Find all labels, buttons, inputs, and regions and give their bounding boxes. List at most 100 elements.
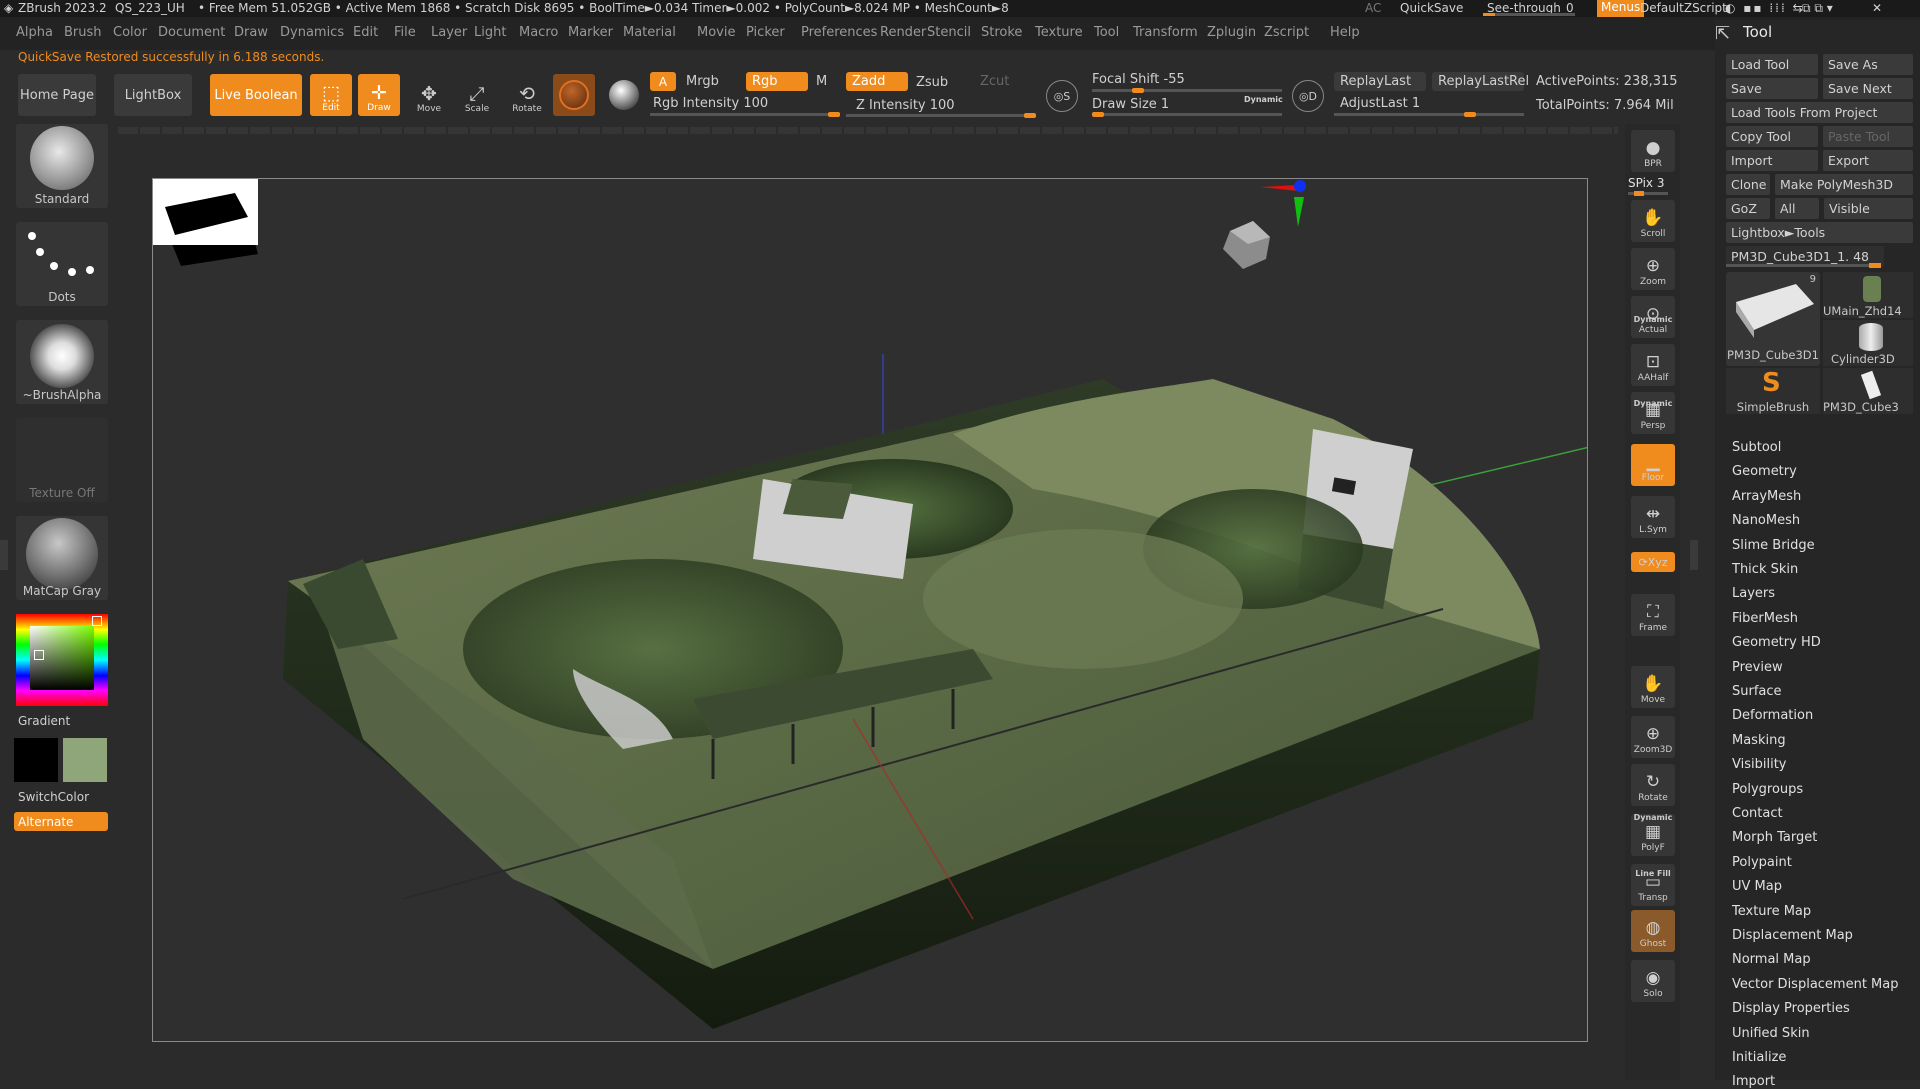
bpr-button[interactable]: ● BPR: [1631, 130, 1675, 172]
m-button[interactable]: M: [816, 74, 827, 89]
menu-zplugin[interactable]: Zplugin: [1207, 25, 1256, 40]
menu-marker[interactable]: Marker: [568, 25, 613, 40]
alternate-button[interactable]: Alternate: [14, 812, 108, 831]
menu-alpha[interactable]: Alpha: [16, 25, 53, 40]
z-intensity-slider[interactable]: [846, 113, 1036, 118]
texture-button[interactable]: Texture Off: [16, 418, 108, 502]
menu-file[interactable]: File: [394, 25, 416, 40]
subpalette-vector-displacement-map[interactable]: Vector Displacement Map: [1732, 977, 1899, 992]
goz-visible-button[interactable]: Visible: [1824, 198, 1913, 219]
menu-preferences[interactable]: Preferences: [801, 25, 877, 40]
seethrough-slider[interactable]: [1483, 13, 1575, 16]
move-button[interactable]: ✥ Move: [408, 76, 450, 115]
subpalette-nanomesh[interactable]: NanoMesh: [1732, 513, 1800, 528]
replay-last-button[interactable]: ReplayLast: [1334, 72, 1426, 91]
menu-draw[interactable]: Draw: [234, 25, 268, 40]
tool-thumb-umain[interactable]: UMain_Zhd14: [1823, 272, 1913, 318]
subpalette-polygroups[interactable]: Polygroups: [1732, 782, 1803, 797]
tool-thumb-cylinder[interactable]: Cylinder3D: [1823, 320, 1913, 366]
subpalette-slime-bridge[interactable]: Slime Bridge: [1732, 538, 1815, 553]
menu-stencil[interactable]: Stencil: [927, 25, 971, 40]
zoom-button[interactable]: ⊕ Zoom: [1631, 248, 1675, 290]
subpalette-masking[interactable]: Masking: [1732, 733, 1786, 748]
goz-all-button[interactable]: All: [1775, 198, 1819, 219]
subpalette-initialize[interactable]: Initialize: [1732, 1050, 1786, 1065]
subpalette-geometry-hd[interactable]: Geometry HD: [1732, 635, 1821, 650]
tool-thumb-pm3d-cube[interactable]: 9 PM3D_Cube3D1: [1726, 272, 1820, 366]
focal-d-button[interactable]: ◎D: [1292, 80, 1324, 112]
goz-button[interactable]: GoZ: [1726, 198, 1770, 219]
subpalette-thick-skin[interactable]: Thick Skin: [1732, 562, 1798, 577]
subpalette-import[interactable]: Import: [1732, 1074, 1775, 1089]
left-tray-collapse-icon[interactable]: [0, 540, 8, 570]
current-tool-slider-track[interactable]: [1726, 263, 1881, 268]
replay-last-rel-button[interactable]: ReplayLastRel: [1432, 72, 1529, 91]
menu-movie[interactable]: Movie: [697, 25, 735, 40]
menu-dynamics[interactable]: Dynamics: [280, 25, 344, 40]
ac-button[interactable]: AC: [1365, 1, 1381, 15]
subpalette-unified-skin[interactable]: Unified Skin: [1732, 1026, 1810, 1041]
switch-color-button[interactable]: SwitchColor: [18, 790, 89, 804]
menu-help[interactable]: Help: [1330, 25, 1360, 40]
layout-icon[interactable]: ⧉ ⧉ ▾: [1802, 1, 1833, 16]
rgb-intensity-slider[interactable]: [650, 112, 840, 117]
frame-button[interactable]: ⛶ Frame: [1631, 594, 1675, 636]
save-button[interactable]: Save: [1726, 78, 1818, 99]
lightbox-button[interactable]: LightBox: [114, 74, 192, 116]
menu-material[interactable]: Material: [623, 25, 676, 40]
secondary-color-swatch[interactable]: [63, 738, 107, 782]
paste-tool-button[interactable]: Paste Tool: [1823, 126, 1913, 147]
menu-render[interactable]: Render: [880, 25, 926, 40]
export-button[interactable]: Export: [1823, 150, 1913, 171]
quicksave-button[interactable]: QuickSave: [1400, 1, 1463, 15]
zoom3d-button[interactable]: ⊕ Zoom3D: [1631, 716, 1675, 758]
menu-document[interactable]: Document: [158, 25, 225, 40]
ghost-button[interactable]: ◍ Ghost: [1631, 910, 1675, 952]
menu-macro[interactable]: Macro: [519, 25, 558, 40]
color-picker[interactable]: [16, 614, 108, 706]
orientation-cube-icon[interactable]: [1218, 219, 1273, 274]
subpalette-polypaint[interactable]: Polypaint: [1732, 855, 1792, 870]
draw-button[interactable]: ✛ Draw: [358, 74, 400, 116]
scroll-button[interactable]: ✋ Scroll: [1631, 200, 1675, 242]
subpalette-surface[interactable]: Surface: [1732, 684, 1782, 699]
zadd-button[interactable]: Zadd: [846, 72, 908, 91]
menu-layer[interactable]: Layer: [431, 25, 467, 40]
subpalette-display-properties[interactable]: Display Properties: [1732, 1001, 1850, 1016]
zcut-button[interactable]: Zcut: [980, 74, 1009, 89]
menu-brush[interactable]: Brush: [64, 25, 102, 40]
rotate-button[interactable]: ↻ Rotate: [1631, 764, 1675, 806]
solo-button[interactable]: ◉ Solo: [1631, 960, 1675, 1002]
spix-slider[interactable]: SPix 3: [1628, 176, 1678, 196]
copy-tool-button[interactable]: Copy Tool: [1726, 126, 1818, 147]
material-sphere-button[interactable]: [553, 74, 595, 116]
default-zscript[interactable]: DefaultZScript: [1640, 1, 1727, 15]
rotate-button[interactable]: ⟲ Rotate: [506, 76, 548, 115]
lightbox-tools-button[interactable]: Lightbox►Tools: [1726, 222, 1913, 243]
subpalette-visibility[interactable]: Visibility: [1732, 757, 1786, 772]
menus-toggle[interactable]: Menus: [1597, 0, 1645, 17]
edit-button[interactable]: ⬚ Edit: [310, 74, 352, 116]
aahalf-button[interactable]: ⊡ AAHalf: [1631, 344, 1675, 386]
main-color-swatch[interactable]: [14, 738, 58, 782]
live-boolean-button[interactable]: Live Boolean: [210, 74, 302, 116]
window-controls-icon[interactable]: ◐ ▪▪ ⁞⁞⁞ ⇆: [1725, 1, 1805, 15]
alpha-button[interactable]: ~BrushAlpha: [16, 320, 108, 404]
color-sphere-button[interactable]: [603, 74, 645, 116]
subpalette-texture-map[interactable]: Texture Map: [1732, 904, 1811, 919]
menu-zscript[interactable]: Zscript: [1264, 25, 1309, 40]
right-tray-collapse-icon[interactable]: [1690, 540, 1698, 570]
menu-texture[interactable]: Texture: [1035, 25, 1083, 40]
menu-tool[interactable]: Tool: [1094, 25, 1119, 40]
l-sym-button[interactable]: ⇹ L.Sym: [1631, 496, 1675, 538]
import-button[interactable]: Import: [1726, 150, 1818, 171]
subpalette-preview[interactable]: Preview: [1732, 660, 1783, 675]
xyz-button[interactable]: ⟳ Xyz: [1631, 552, 1675, 572]
tool-palette-pin-icon[interactable]: ⇱: [1715, 23, 1730, 44]
focal-s-button[interactable]: ◎S: [1046, 80, 1078, 112]
load-tool-button[interactable]: Load Tool: [1726, 54, 1818, 75]
draw-size-slider[interactable]: [1092, 112, 1282, 117]
subpalette-geometry[interactable]: Geometry: [1732, 464, 1797, 479]
move-button[interactable]: ✋ Move: [1631, 666, 1675, 708]
make-polymesh3d-button[interactable]: Make PolyMesh3D: [1775, 174, 1913, 195]
